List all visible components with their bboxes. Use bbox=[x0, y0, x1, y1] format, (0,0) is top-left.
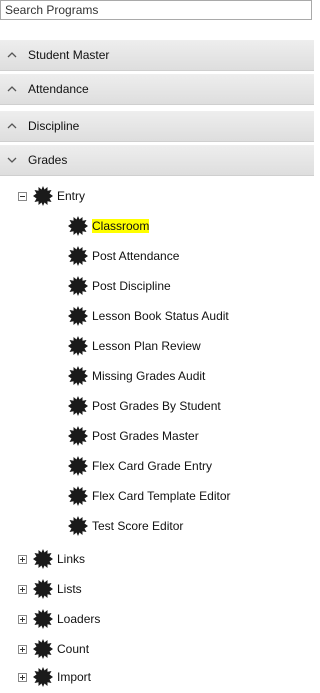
expand-toggle-icon[interactable] bbox=[18, 644, 27, 654]
gear-icon bbox=[68, 516, 88, 536]
tree-node-loaders[interactable]: Loaders bbox=[0, 604, 100, 634]
gear-icon bbox=[33, 579, 53, 599]
program-item-classroom[interactable]: Classroom bbox=[68, 211, 150, 241]
program-item-missing-grades-audit[interactable]: Missing Grades Audit bbox=[68, 361, 205, 391]
section-grades[interactable]: Grades bbox=[0, 145, 314, 176]
tree-node-entry[interactable]: Entry bbox=[0, 181, 85, 211]
expand-toggle-icon[interactable] bbox=[18, 672, 27, 682]
gear-icon bbox=[68, 216, 88, 236]
program-item-post-grades-master[interactable]: Post Grades Master bbox=[68, 421, 199, 451]
section-student-master[interactable]: Student Master bbox=[0, 40, 314, 71]
tree-node-label: Loaders bbox=[57, 612, 101, 626]
tree-node-label: Links bbox=[57, 552, 86, 566]
section-label: Discipline bbox=[28, 119, 80, 133]
program-label: Post Discipline bbox=[92, 279, 171, 293]
tree-node-links[interactable]: Links bbox=[0, 544, 85, 574]
gear-icon bbox=[68, 276, 88, 296]
section-label: Student Master bbox=[28, 48, 110, 62]
program-label: Lesson Book Status Audit bbox=[92, 309, 229, 323]
program-item-lesson-book-status-audit[interactable]: Lesson Book Status Audit bbox=[68, 301, 229, 331]
gear-icon bbox=[68, 486, 88, 506]
program-label: Flex Card Grade Entry bbox=[92, 459, 213, 473]
program-item-flex-card-grade-entry[interactable]: Flex Card Grade Entry bbox=[68, 451, 212, 481]
gear-icon bbox=[68, 396, 88, 416]
expand-toggle-icon[interactable] bbox=[18, 584, 27, 594]
program-item-post-grades-by-student[interactable]: Post Grades By Student bbox=[68, 391, 221, 421]
gear-icon bbox=[68, 306, 88, 326]
gear-icon bbox=[33, 639, 53, 659]
program-item-lesson-plan-review[interactable]: Lesson Plan Review bbox=[68, 331, 201, 361]
collapse-toggle-icon[interactable] bbox=[18, 191, 27, 201]
chevron-down-icon bbox=[7, 157, 21, 163]
tree-node-lists[interactable]: Lists bbox=[0, 574, 82, 604]
program-item-post-discipline[interactable]: Post Discipline bbox=[68, 271, 171, 301]
gear-icon bbox=[33, 609, 53, 629]
tree-node-import[interactable]: Import bbox=[0, 662, 91, 692]
chevron-up-icon bbox=[7, 86, 21, 92]
section-attendance[interactable]: Attendance bbox=[0, 74, 314, 105]
tree-node-label: Import bbox=[57, 670, 92, 684]
program-label: Test Score Editor bbox=[92, 519, 184, 533]
program-label: Post Attendance bbox=[92, 249, 180, 263]
program-label: Flex Card Template Editor bbox=[92, 489, 231, 503]
section-label: Attendance bbox=[28, 82, 89, 96]
gear-icon bbox=[33, 549, 53, 569]
section-discipline[interactable]: Discipline bbox=[0, 111, 314, 142]
gear-icon bbox=[68, 426, 88, 446]
gear-icon bbox=[68, 336, 88, 356]
search-input[interactable] bbox=[0, 0, 312, 20]
program-label: Post Grades By Student bbox=[92, 399, 221, 413]
chevron-up-icon bbox=[7, 123, 21, 129]
program-item-post-attendance[interactable]: Post Attendance bbox=[68, 241, 179, 271]
tree-node-label: Lists bbox=[57, 582, 82, 596]
chevron-up-icon bbox=[7, 52, 21, 58]
gear-icon bbox=[68, 456, 88, 476]
gear-icon bbox=[33, 667, 53, 687]
program-label: Classroom bbox=[92, 219, 150, 233]
tree-node-label: Entry bbox=[57, 189, 86, 203]
program-item-test-score-editor[interactable]: Test Score Editor bbox=[68, 511, 183, 541]
expand-toggle-icon[interactable] bbox=[18, 614, 27, 624]
section-label: Grades bbox=[28, 153, 68, 167]
gear-icon bbox=[68, 246, 88, 266]
gear-icon bbox=[68, 366, 88, 386]
expand-toggle-icon[interactable] bbox=[18, 554, 27, 564]
tree-node-count[interactable]: Count bbox=[0, 634, 89, 664]
program-label: Post Grades Master bbox=[92, 429, 199, 443]
gear-icon bbox=[33, 186, 53, 206]
tree-node-label: Count bbox=[57, 642, 90, 656]
program-label: Lesson Plan Review bbox=[92, 339, 201, 353]
program-item-flex-card-template-editor[interactable]: Flex Card Template Editor bbox=[68, 481, 231, 511]
program-label: Missing Grades Audit bbox=[92, 369, 206, 383]
